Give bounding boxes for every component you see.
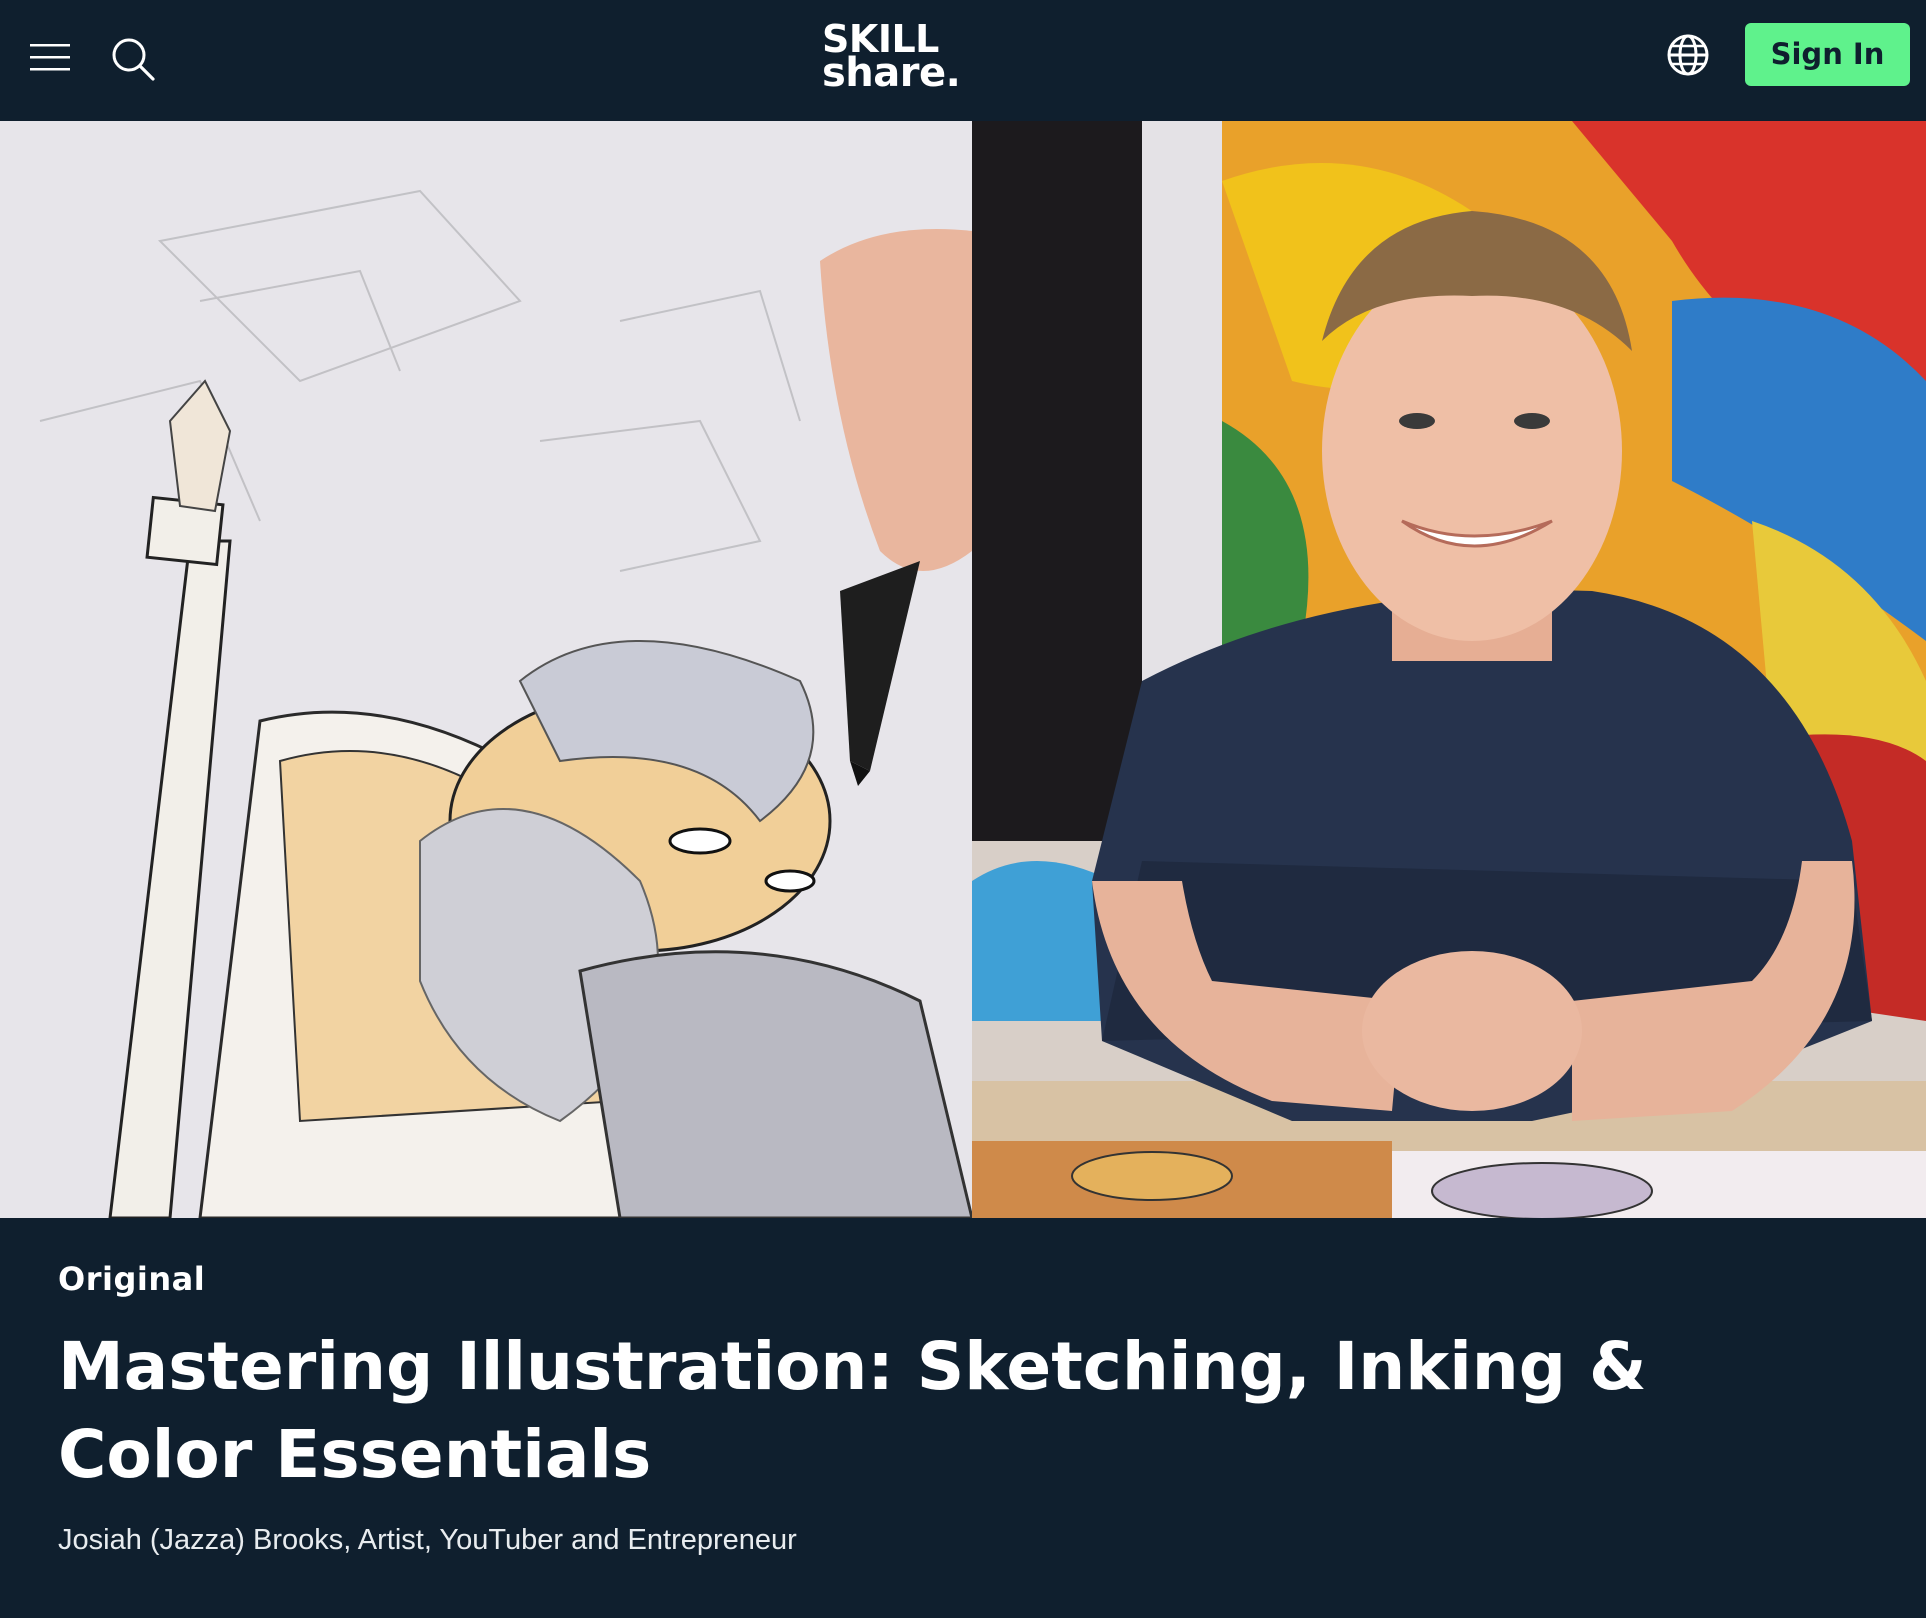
course-title: Mastering Illustration: Sketching, Inkin…	[58, 1328, 1647, 1493]
course-hero-image[interactable]	[0, 121, 1926, 1218]
teacher-name[interactable]: Josiah (Jazza) Brooks, Artist, YouTuber …	[58, 1524, 797, 1557]
hamburger-menu-icon[interactable]	[30, 40, 70, 74]
original-badge: Original	[58, 1260, 206, 1298]
top-navigation-bar: SKILL share. Sign In	[0, 0, 1926, 121]
hero-instructor-photo	[972, 121, 1926, 1218]
hero-illustration-image	[0, 121, 972, 1218]
skillshare-logo[interactable]: SKILL share.	[822, 20, 972, 96]
logo-line-2: share.	[822, 50, 961, 96]
globe-icon[interactable]	[1666, 33, 1710, 77]
course-info-panel: Original Mastering Illustration: Sketchi…	[0, 1218, 1926, 1618]
search-icon[interactable]	[110, 36, 156, 82]
sign-in-button[interactable]: Sign In	[1745, 23, 1910, 86]
